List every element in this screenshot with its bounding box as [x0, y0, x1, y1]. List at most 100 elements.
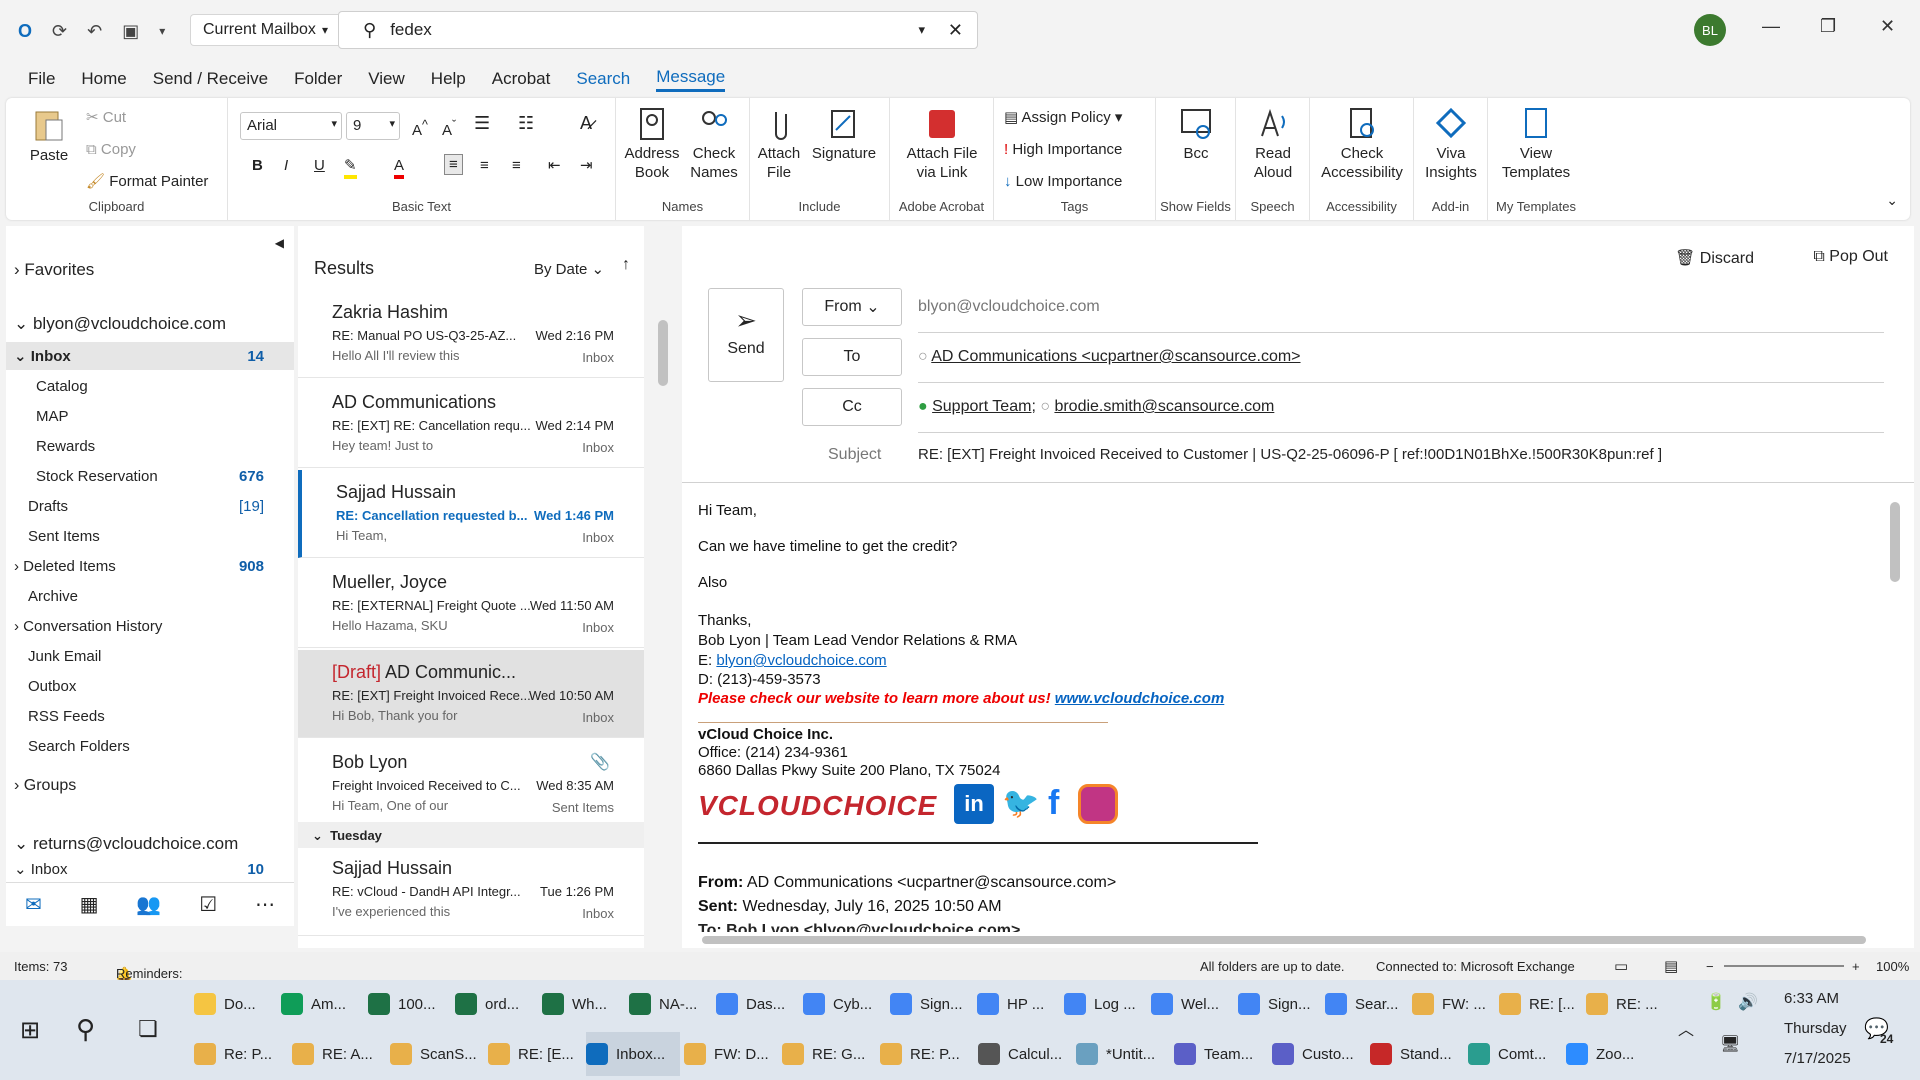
send-button[interactable]: ➢ Send: [708, 288, 784, 382]
list-item[interactable]: Sajjad Hussain RE: vCloud - DandH API In…: [298, 850, 644, 936]
list-item[interactable]: AD Communications RE: [EXT] RE: Cancella…: [298, 380, 644, 468]
sort-direction-icon[interactable]: ↑: [622, 256, 630, 274]
underline-icon[interactable]: U: [314, 156, 325, 175]
facebook-icon[interactable]: f: [1048, 784, 1059, 823]
assign-policy-button[interactable]: ▤ Assign Policy ▾: [1004, 108, 1122, 127]
windows-start-icon[interactable]: ⊞: [20, 1016, 40, 1045]
font-name-select[interactable]: Arial ▾: [240, 112, 342, 140]
group-header-tuesday[interactable]: ⌄ Tuesday: [298, 822, 644, 848]
tab-home[interactable]: Home: [81, 69, 126, 89]
taskbar-window-button[interactable]: Inbox...: [586, 1032, 680, 1076]
zoom-out-icon[interactable]: −: [1706, 959, 1714, 974]
increase-indent-icon[interactable]: ⇥: [580, 156, 593, 175]
list-item[interactable]: Mueller, Joyce RE: [EXTERNAL] Freight Qu…: [298, 560, 644, 648]
folder-inbox-returns[interactable]: ⌄ Inbox 10: [6, 858, 294, 880]
copy-button[interactable]: ⧉ Copy: [86, 140, 136, 159]
restore-icon[interactable]: ❐: [1820, 16, 1836, 37]
align-right-icon[interactable]: ≡: [512, 156, 521, 175]
folder-drafts[interactable]: Drafts [19]: [6, 492, 294, 520]
check-accessibility-button[interactable]: Check Accessibility: [1316, 106, 1408, 182]
folder-conversation-history[interactable]: › Conversation History: [6, 612, 294, 640]
body-scrollbar[interactable]: [1890, 502, 1900, 582]
collapse-pane-icon[interactable]: ◀: [275, 236, 284, 250]
taskbar-window-button[interactable]: Stand...: [1370, 1032, 1464, 1076]
folder-outbox[interactable]: Outbox: [6, 672, 294, 700]
taskbar-window-button[interactable]: RE: A...: [292, 1032, 386, 1076]
taskbar-window-button[interactable]: Das...: [716, 982, 800, 1026]
signature-email-link[interactable]: blyon@vcloudchoice.com: [716, 652, 886, 669]
low-importance-button[interactable]: ↓ Low Importance: [1004, 172, 1122, 191]
folder-archive[interactable]: Archive: [6, 582, 294, 610]
taskbar-window-button[interactable]: FW: ...: [1412, 982, 1496, 1026]
twitter-icon[interactable]: 🐦: [1002, 786, 1039, 821]
reading-view-icon[interactable]: ▤: [1664, 957, 1678, 975]
tab-acrobat[interactable]: Acrobat: [492, 69, 551, 89]
taskbar-window-button[interactable]: Wel...: [1151, 982, 1235, 1026]
taskbar-window-button[interactable]: Custo...: [1272, 1032, 1366, 1076]
list-item[interactable]: Zakria Hashim RE: Manual PO US-Q3-25-AZ.…: [298, 290, 644, 378]
taskbar-window-button[interactable]: RE: P...: [880, 1032, 974, 1076]
linkedin-icon[interactable]: in: [954, 784, 994, 824]
numbering-icon[interactable]: ☷: [518, 114, 534, 133]
search-dropdown-icon[interactable]: ▾: [918, 22, 925, 38]
view-templates-button[interactable]: View Templates: [1494, 106, 1578, 182]
tab-folder[interactable]: Folder: [294, 69, 342, 89]
to-field[interactable]: ○ AD Communications <ucpartner@scansourc…: [918, 348, 1301, 366]
cc-button[interactable]: Cc: [802, 388, 902, 426]
clear-search-icon[interactable]: ✕: [948, 20, 963, 41]
tab-help[interactable]: Help: [431, 69, 466, 89]
website-link[interactable]: www.vcloudchoice.com: [1055, 690, 1224, 707]
discard-button[interactable]: 🗑 Discard: [1675, 248, 1754, 268]
taskbar-window-button[interactable]: 100...: [368, 982, 452, 1026]
zoom-slider[interactable]: [1724, 965, 1844, 967]
favorites-folder[interactable]: › Favorites: [14, 256, 302, 284]
tab-send-receive[interactable]: Send / Receive: [153, 69, 268, 89]
taskbar-window-button[interactable]: Zoo...: [1566, 1032, 1660, 1076]
taskbar-window-button[interactable]: NA-...: [629, 982, 713, 1026]
italic-icon[interactable]: I: [284, 156, 288, 175]
list-scrollbar[interactable]: [658, 320, 668, 386]
signature-button[interactable]: Signature: [806, 106, 882, 163]
search-box[interactable]: ⚲ fedex ▾ ✕: [338, 11, 978, 49]
shrink-font-icon[interactable]: Aˇ: [442, 116, 456, 140]
taskbar-window-button[interactable]: *Untit...: [1076, 1032, 1170, 1076]
folder-search-folders[interactable]: Search Folders: [6, 732, 294, 760]
search-icon[interactable]: ⚲: [76, 1014, 95, 1045]
folder-rewards[interactable]: Rewards: [6, 432, 294, 460]
minimize-icon[interactable]: —: [1762, 16, 1780, 37]
zoom-in-icon[interactable]: +: [1852, 959, 1860, 974]
tab-message[interactable]: Message: [656, 67, 726, 92]
paste-button[interactable]: Paste: [24, 108, 74, 165]
grow-font-icon[interactable]: A^: [412, 116, 428, 140]
pop-out-button[interactable]: ⧉ Pop Out: [1813, 248, 1888, 266]
taskbar-window-button[interactable]: Team...: [1174, 1032, 1268, 1076]
network-icon[interactable]: 🖥: [1720, 1034, 1740, 1054]
clock-time[interactable]: 6:33 AM: [1784, 990, 1839, 1007]
taskbar-window-button[interactable]: FW: D...: [684, 1032, 778, 1076]
taskbar-window-button[interactable]: ord...: [455, 982, 539, 1026]
volume-icon[interactable]: 🔊: [1738, 992, 1758, 1012]
folder-junk-email[interactable]: Junk Email: [6, 642, 294, 670]
normal-view-icon[interactable]: ▭: [1614, 957, 1628, 975]
list-item[interactable]: Bob Lyon 📎 Freight Invoiced Received to …: [298, 740, 644, 828]
show-hidden-icons[interactable]: ︿: [1678, 1016, 1694, 1040]
taskbar-window-button[interactable]: Comt...: [1468, 1032, 1562, 1076]
close-icon[interactable]: ✕: [1880, 16, 1895, 37]
search-input[interactable]: fedex: [390, 20, 432, 40]
cc-field[interactable]: ● Support Team; ○ brodie.smith@scansourc…: [918, 398, 1274, 416]
layout-icon[interactable]: ▣: [122, 21, 139, 42]
taskbar-window-button[interactable]: Sear...: [1325, 982, 1409, 1026]
tab-search[interactable]: Search: [576, 69, 630, 89]
horizontal-scrollbar[interactable]: [702, 936, 1866, 944]
tasks-icon[interactable]: ☑: [199, 892, 217, 917]
taskbar-window-button[interactable]: HP ...: [977, 982, 1061, 1026]
account-returns[interactable]: ⌄ returns@vcloudchoice.com: [6, 830, 294, 858]
battery-icon[interactable]: 🔋: [1706, 992, 1726, 1012]
bullets-icon[interactable]: ☰: [474, 114, 490, 133]
to-button[interactable]: To: [802, 338, 902, 376]
address-book-button[interactable]: Address Book: [624, 106, 680, 182]
list-item-unread[interactable]: Sajjad Hussain RE: Cancellation requeste…: [298, 470, 644, 558]
taskbar-window-button[interactable]: Wh...: [542, 982, 626, 1026]
bcc-button[interactable]: Bcc: [1166, 106, 1226, 163]
taskbar-window-button[interactable]: RE: [...: [1499, 982, 1583, 1026]
